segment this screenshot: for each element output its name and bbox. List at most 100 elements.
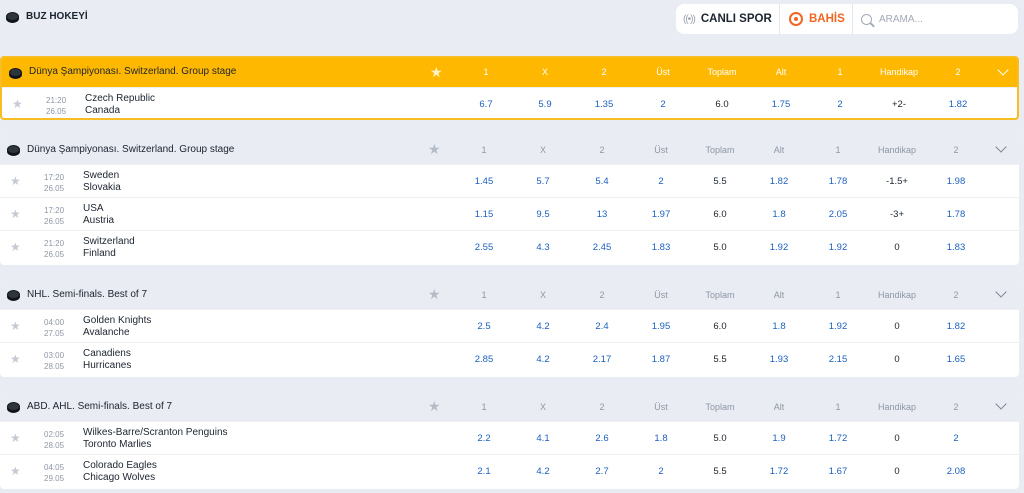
chevron-down-icon[interactable]	[996, 288, 1006, 298]
odds-button[interactable]: 1.87	[636, 354, 686, 365]
odds-button[interactable]: 1.72	[813, 433, 863, 444]
favorite-star-icon[interactable]: ★	[12, 97, 23, 111]
odds-button[interactable]: 4.2	[518, 466, 568, 477]
chevron-down-icon[interactable]	[996, 400, 1006, 410]
odds-button[interactable]: 13	[577, 209, 627, 220]
odds-button[interactable]: 1.9	[754, 433, 804, 444]
odds-button[interactable]: 2	[636, 466, 686, 477]
favorite-star-icon[interactable]: ★	[10, 464, 21, 478]
odds-button[interactable]: 2	[638, 99, 688, 110]
odds-button[interactable]: 2.85	[459, 354, 509, 365]
event-teams[interactable]: Switzerland Finland	[83, 236, 135, 260]
event-teams[interactable]: Czech Republic Canada	[85, 93, 155, 117]
search-input[interactable]	[879, 13, 1009, 25]
search-box[interactable]	[852, 4, 1018, 34]
chevron-down-icon[interactable]	[996, 143, 1006, 153]
odds-button[interactable]: 1.78	[813, 176, 863, 187]
odds-button[interactable]: 2	[815, 99, 865, 110]
odds-button[interactable]: 1.83	[636, 242, 686, 253]
favorite-star-icon[interactable]: ★	[10, 352, 21, 366]
event-teams[interactable]: Canadiens Hurricanes	[83, 348, 131, 372]
betting-button[interactable]: BAHİS	[780, 4, 845, 34]
odds-button[interactable]: 2.6	[577, 433, 627, 444]
odds-button[interactable]: 6.7	[461, 99, 511, 110]
favorite-star-icon[interactable]: ★	[10, 319, 21, 333]
odds-button[interactable]: 2	[636, 176, 686, 187]
odds-button[interactable]: 1.92	[813, 242, 863, 253]
event-row[interactable]: ★ 04:00 27.05 Golden Knights Avalanche 2.5 4.2…	[0, 309, 1019, 342]
odds-button[interactable]: 5.4	[577, 176, 627, 187]
event-teams[interactable]: Colorado Eagles Chicago Wolves	[83, 460, 157, 484]
event-row[interactable]: ★ 21:20 26.05 Czech Republic Canada 6.7 5.9 1.3…	[2, 87, 1017, 118]
odds-button[interactable]: 1.8	[636, 433, 686, 444]
odds-button[interactable]: 1.82	[931, 321, 981, 332]
favorite-star-icon[interactable]: ★	[10, 240, 21, 254]
event-row[interactable]: ★ 02:05 28.05 Wilkes-Barre/Scranton Penguin…	[0, 421, 1019, 454]
odds-button[interactable]: 1.98	[931, 176, 981, 187]
event-teams[interactable]: Golden Knights Avalanche	[83, 315, 151, 339]
league-header[interactable]: ABD. AHL. Semi-finals. Best of 7 ★ 1 X 2 Üst T…	[0, 392, 1019, 421]
league-block: Dünya Şampiyonası. Switzerland. Group st…	[0, 135, 1019, 265]
chevron-down-icon[interactable]	[998, 66, 1008, 76]
odds-button[interactable]: 1.78	[931, 209, 981, 220]
odds-button[interactable]: 1.67	[813, 466, 863, 477]
odds-button[interactable]: 1.82	[754, 176, 804, 187]
favorite-star-icon[interactable]: ★	[10, 207, 21, 221]
odds-button[interactable]: 4.2	[518, 354, 568, 365]
odds-button[interactable]: 4.2	[518, 321, 568, 332]
odds-button[interactable]: 2.17	[577, 354, 627, 365]
favorite-star-icon[interactable]: ★	[428, 286, 441, 303]
odds-button[interactable]: 5.9	[520, 99, 570, 110]
live-sports-button[interactable]: ((•)) CANLI SPOR	[676, 4, 779, 34]
odds-button[interactable]: 1.72	[754, 466, 804, 477]
odds-button[interactable]: 2	[931, 433, 981, 444]
odds-button[interactable]: 1.45	[459, 176, 509, 187]
event-row[interactable]: ★ 21:20 26.05 Switzerland Finland 2.55 4.3 2.45…	[0, 230, 1019, 263]
odds-button[interactable]: 2.08	[931, 466, 981, 477]
odds-button[interactable]: 2.5	[459, 321, 509, 332]
odds-button[interactable]: 1.35	[579, 99, 629, 110]
favorite-star-icon[interactable]: ★	[10, 174, 21, 188]
odds-button[interactable]: 2.4	[577, 321, 627, 332]
event-row[interactable]: ★ 03:00 28.05 Canadiens Hurricanes 2.85 4.2 2.1…	[0, 342, 1019, 375]
league-block: NHL. Semi-finals. Best of 7 ★ 1 X 2 Üst Toplam…	[0, 280, 1019, 377]
odds-button[interactable]: 1.15	[459, 209, 509, 220]
favorite-star-icon[interactable]: ★	[10, 431, 21, 445]
odds-button[interactable]: 1.75	[756, 99, 806, 110]
league-header[interactable]: NHL. Semi-finals. Best of 7 ★ 1 X 2 Üst Toplam…	[0, 280, 1019, 309]
event-row[interactable]: ★ 04:05 29.05 Colorado Eagles Chicago Wolves…	[0, 454, 1019, 487]
odds-button[interactable]: 2.1	[459, 466, 509, 477]
odds-button[interactable]: 1.95	[636, 321, 686, 332]
odds-button[interactable]: 1.82	[933, 99, 983, 110]
odds-button[interactable]: 2.05	[813, 209, 863, 220]
event-row[interactable]: ★ 17:20 26.05 USA Austria 1.15 9.5 13 1.97 6.0 1.8…	[0, 197, 1019, 230]
event-time: 21:20 26.05	[46, 95, 66, 117]
league-header[interactable]: Dünya Şampiyonası. Switzerland. Group st…	[0, 135, 1019, 164]
favorite-star-icon[interactable]: ★	[428, 398, 441, 415]
odds-button[interactable]: 1.92	[754, 242, 804, 253]
odds-button[interactable]: 2.45	[577, 242, 627, 253]
favorite-star-icon[interactable]: ★	[430, 64, 443, 81]
event-row[interactable]: ★ 17:20 26.05 Sweden Slovakia 1.45 5.7 5.4 2 5.5 1…	[0, 164, 1019, 197]
odds-button[interactable]: 2.7	[577, 466, 627, 477]
event-teams[interactable]: Sweden Slovakia	[83, 170, 121, 194]
league-header[interactable]: Dünya Şampiyonası. Switzerland. Group st…	[2, 58, 1017, 87]
odds-button[interactable]: 4.1	[518, 433, 568, 444]
odds-button[interactable]: 1.8	[754, 321, 804, 332]
odds-button[interactable]: 2.15	[813, 354, 863, 365]
hockey-puck-icon	[7, 145, 20, 154]
odds-button[interactable]: 9.5	[518, 209, 568, 220]
odds-button[interactable]: 2.2	[459, 433, 509, 444]
odds-button[interactable]: 5.7	[518, 176, 568, 187]
odds-button[interactable]: 4.3	[518, 242, 568, 253]
event-teams[interactable]: Wilkes-Barre/Scranton Penguins Toronto Ma…	[83, 427, 228, 451]
odds-button[interactable]: 2.55	[459, 242, 509, 253]
event-teams[interactable]: USA Austria	[83, 203, 114, 227]
odds-button[interactable]: 1.93	[754, 354, 804, 365]
odds-button[interactable]: 1.65	[931, 354, 981, 365]
odds-button[interactable]: 1.8	[754, 209, 804, 220]
odds-button[interactable]: 1.97	[636, 209, 686, 220]
odds-button[interactable]: 1.83	[931, 242, 981, 253]
favorite-star-icon[interactable]: ★	[428, 141, 441, 158]
odds-button[interactable]: 1.92	[813, 321, 863, 332]
